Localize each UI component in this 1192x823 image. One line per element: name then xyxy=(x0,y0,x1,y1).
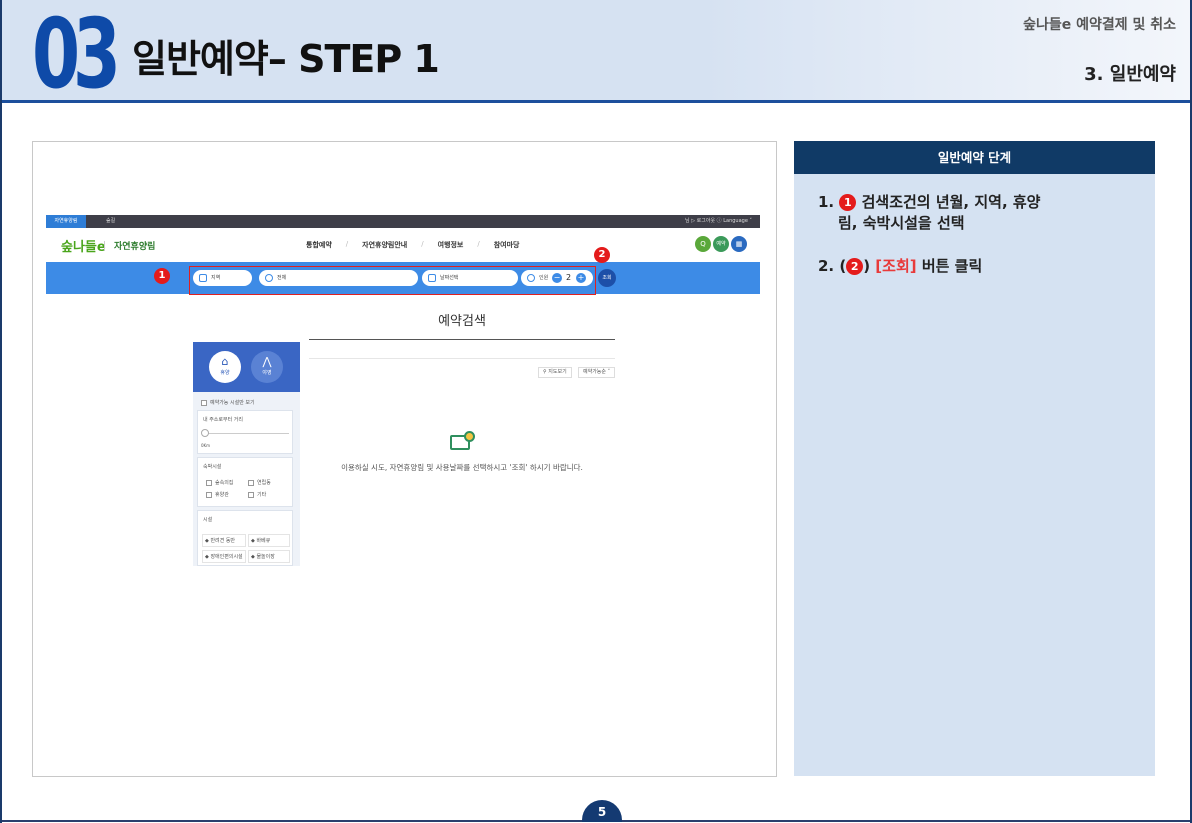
menu-item-travel[interactable]: 여행정보 xyxy=(438,240,464,250)
util-links[interactable]: 님 ▷ 로그아웃 ⓘ Language ˅ xyxy=(685,215,752,228)
search-icon[interactable]: Q xyxy=(695,236,711,252)
callout-badge-1: 1 xyxy=(154,268,170,284)
section-number: 03 xyxy=(32,0,121,110)
lodging-option[interactable]: 기타 xyxy=(248,491,266,498)
page-title: 예약검색 xyxy=(438,314,486,329)
tab-forest-trail[interactable]: 숲길 xyxy=(106,215,115,228)
lodging-filter: 숙박시설 숲속의집 연립동 휴양관 기타 xyxy=(197,457,293,507)
slide-title: 일반예약– STEP 1 xyxy=(132,37,440,81)
lodging-option[interactable]: 숲속의집 xyxy=(206,479,233,486)
facility-option[interactable]: ◆ 바베큐 xyxy=(248,534,290,547)
map-view-button[interactable]: ⚲ 지도보기 xyxy=(538,367,572,378)
instruction-panel: 일반예약 단계 1. 1 검색조건의 년월, 지역, 휴양 림, 숙박시설을 선… xyxy=(794,141,1155,776)
distance-slider-handle[interactable] xyxy=(201,429,209,437)
facility-option[interactable]: ◆ 물놀이장 xyxy=(248,550,290,563)
highlight-box xyxy=(189,266,596,295)
distance-filter: 내 주소로부터 거리 0Km xyxy=(197,410,293,454)
step-1: 1. 1 검색조건의 년월, 지역, 휴양 림, 숙박시설을 선택 xyxy=(818,193,1041,232)
menu-item-community[interactable]: 참여마당 xyxy=(494,240,520,250)
site-name[interactable]: 자연휴양림 xyxy=(114,239,155,252)
menu-item-reservation[interactable]: 통합예약 xyxy=(306,240,332,250)
tent-icon: ⋀ xyxy=(262,355,272,368)
empty-message: 이용하실 시도, 자연휴양림 및 사용날짜를 선택하시고 '조회' 하시기 바랍… xyxy=(341,463,583,472)
step-badge-2: 2 xyxy=(846,258,864,275)
slide: 03 일반예약– STEP 1 숲나들e 예약결제 및 취소 3. 일반예약 자… xyxy=(0,0,1192,823)
booking-icon[interactable]: 예약 xyxy=(713,236,729,252)
available-only-checkbox[interactable]: 예약가능 시설만 보기 xyxy=(201,399,255,406)
facility-option[interactable]: ◆ 반려견 동반 xyxy=(202,534,246,547)
slide-header: 03 일반예약– STEP 1 숲나들e 예약결제 및 취소 3. 일반예약 xyxy=(2,0,1190,110)
site-topbar: 자연휴양림 숲길 님 ▷ 로그아웃 ⓘ Language ˅ xyxy=(46,215,760,228)
tab-lodging[interactable]: ⌂ 휴양 xyxy=(209,351,241,383)
site-nav: 숲나들e 자연휴양림 통합예약 / 자연휴양림안내 / 여행정보 / 참여마당 … xyxy=(46,230,760,262)
empty-search-icon xyxy=(450,431,475,450)
menu-item-forest-info[interactable]: 자연휴양림안내 xyxy=(362,240,407,250)
main-menu: 통합예약 / 자연휴양림안내 / 여행정보 / 참여마당 xyxy=(306,240,520,250)
document-title: 숲나들e 예약결제 및 취소 xyxy=(1023,17,1176,33)
tab-recreation-forest[interactable]: 자연휴양림 xyxy=(46,215,86,228)
facility-option[interactable]: ◆ 장애인편의시설 xyxy=(202,550,246,563)
search-button[interactable]: 조회 xyxy=(598,269,616,287)
website-screenshot: 자연휴양림 숲길 님 ▷ 로그아웃 ⓘ Language ˅ 숲나들e 자연휴양… xyxy=(32,141,777,777)
panel-heading: 일반예약 단계 xyxy=(794,141,1155,174)
lodging-option[interactable]: 휴양관 xyxy=(206,491,229,498)
step-badge-1: 1 xyxy=(839,194,857,211)
tab-camping[interactable]: ⋀ 야영 xyxy=(251,351,283,383)
lodging-option[interactable]: 연립동 xyxy=(248,479,271,486)
facility-filter: 시설 ◆ 반려견 동반 ◆ 바베큐 ◆ 장애인편의시설 ◆ 물놀이장 xyxy=(197,510,293,566)
callout-badge-2: 2 xyxy=(594,247,610,263)
site-logo[interactable]: 숲나들e xyxy=(61,236,106,255)
filter-panel: ⌂ 휴양 ⋀ 야영 예약가능 시설만 보기 내 주소로부터 거리 0Km 숙박시… xyxy=(193,342,300,566)
step-2: 2. (2) [조회] 버튼 클릭 xyxy=(818,257,983,275)
section-title: 3. 일반예약 xyxy=(1084,64,1176,85)
sort-select[interactable]: 예약가능순 ˅ xyxy=(578,367,616,378)
page-number: 5 xyxy=(582,800,622,822)
grid-menu-icon[interactable]: ▦ xyxy=(731,236,747,252)
house-icon: ⌂ xyxy=(221,355,229,368)
